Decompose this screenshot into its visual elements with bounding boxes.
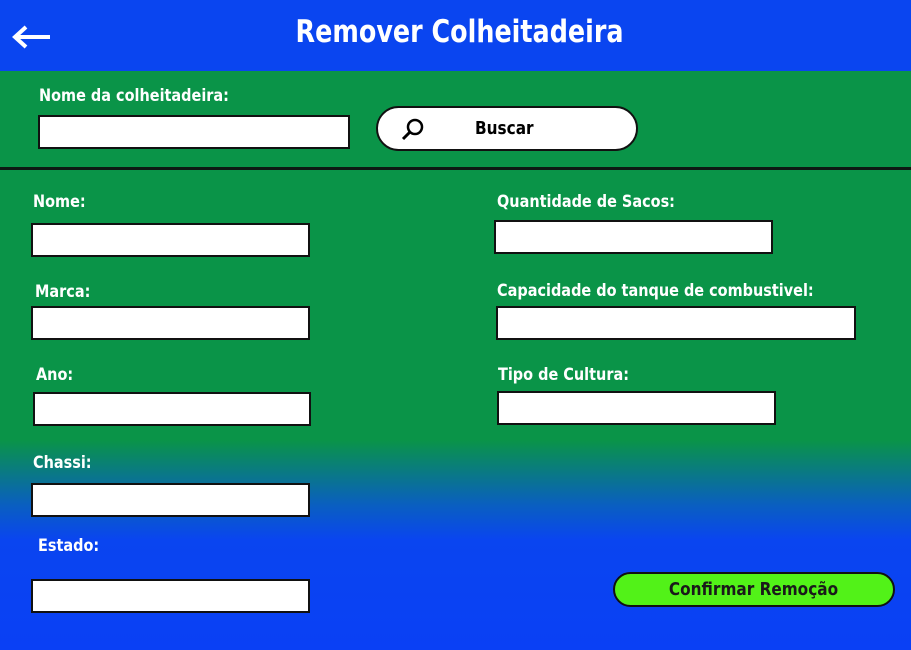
tanque-field[interactable] xyxy=(496,306,856,340)
nome-label: Nome: xyxy=(33,192,86,212)
sacos-field[interactable] xyxy=(494,220,773,254)
search-input[interactable] xyxy=(38,115,350,149)
arrow-left-icon xyxy=(12,25,50,49)
estado-label: Estado: xyxy=(38,536,100,556)
page-title: Remover Colheitadeira xyxy=(295,14,624,50)
search-button[interactable]: Buscar xyxy=(376,106,638,151)
marca-field[interactable] xyxy=(31,306,310,340)
marca-label: Marca: xyxy=(35,282,91,302)
divider xyxy=(0,167,911,170)
search-button-label: Buscar xyxy=(475,118,534,139)
nome-field[interactable] xyxy=(31,223,310,257)
ano-label: Ano: xyxy=(36,365,74,385)
back-button[interactable] xyxy=(10,22,54,52)
search-label: Nome da colheitadeira: xyxy=(39,86,229,106)
tanque-label: Capacidade do tanque de combustivel: xyxy=(497,281,814,301)
app-header: Remover Colheitadeira xyxy=(0,0,911,71)
chassi-label: Chassi: xyxy=(33,453,92,473)
confirm-removal-label: Confirmar Remoção xyxy=(669,579,839,600)
ano-field[interactable] xyxy=(33,392,311,426)
chassi-field[interactable] xyxy=(31,483,310,517)
cultura-label: Tipo de Cultura: xyxy=(498,365,629,385)
sacos-label: Quantidade de Sacos: xyxy=(497,192,675,212)
cultura-field[interactable] xyxy=(497,391,776,425)
estado-field[interactable] xyxy=(31,579,310,613)
confirm-removal-button[interactable]: Confirmar Remoção xyxy=(613,572,895,607)
search-icon xyxy=(401,118,424,141)
